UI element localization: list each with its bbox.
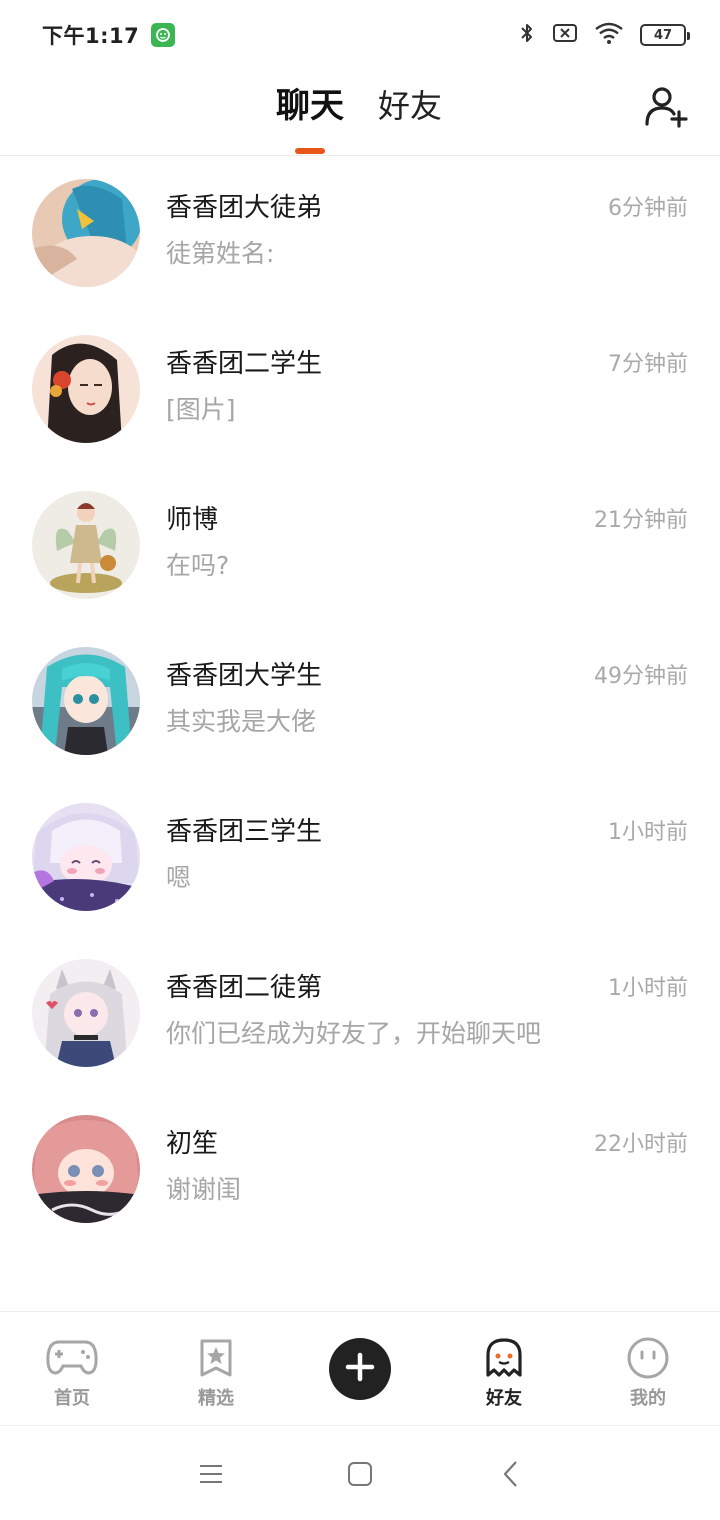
face-icon xyxy=(620,1336,676,1380)
nav-item-home[interactable]: 首页 xyxy=(0,1312,144,1426)
plus-icon xyxy=(345,1352,375,1386)
nav-label: 我的 xyxy=(630,1388,666,1409)
conversation-row[interactable]: 师博 在吗? 21分钟前 xyxy=(0,468,720,624)
conversation-row[interactable]: 香香团二徒第 你们已经成为好友了，开始聊天吧 1小时前 xyxy=(0,936,720,1092)
home-icon[interactable] xyxy=(344,1458,376,1490)
back-icon[interactable] xyxy=(496,1458,528,1490)
conversation-row[interactable]: 香香团三学生 嗯 1小时前 xyxy=(0,780,720,936)
status-icons: 47 xyxy=(518,21,690,49)
contact-name: 香香团大徒弟 xyxy=(166,193,323,223)
nav-label: 好友 xyxy=(484,1384,524,1410)
contact-name: 初笙 xyxy=(166,1129,219,1159)
message-preview: 你们已经成为好友了，开始聊天吧 xyxy=(166,1019,542,1048)
battery-icon: 47 xyxy=(640,24,690,46)
tab-active-indicator xyxy=(295,148,325,154)
create-button[interactable] xyxy=(329,1338,391,1400)
conversation-row[interactable]: 香香团二学生 [图片] 7分钟前 xyxy=(0,312,720,468)
status-bar: 下午1:17 47 xyxy=(0,0,720,70)
avatar xyxy=(32,803,140,911)
contact-name: 香香团二学生 xyxy=(166,349,323,379)
contact-name: 香香团二徒第 xyxy=(166,973,323,1003)
message-time: 49分钟前 xyxy=(594,664,688,689)
message-time: 7分钟前 xyxy=(608,352,688,377)
nav-label: 精选 xyxy=(198,1388,234,1409)
message-preview: 其实我是大佬 xyxy=(166,707,317,736)
message-time: 1小时前 xyxy=(608,820,688,845)
star-bookmark-icon xyxy=(188,1336,244,1380)
message-preview: [图片] xyxy=(166,395,236,424)
gamepad-icon xyxy=(44,1336,100,1380)
add-user-icon[interactable] xyxy=(644,84,690,130)
bluetooth-icon xyxy=(518,21,536,49)
conversation-list: 香香团大徒弟 徒第姓名: 6分钟前 香香团二学生 [图片] 7分钟前 师博 在吗… xyxy=(0,156,720,1248)
contact-name: 师博 xyxy=(166,505,219,535)
wifi-icon xyxy=(594,21,624,49)
conversation-row[interactable]: 香香团大徒弟 徒第姓名: 6分钟前 xyxy=(0,156,720,312)
avatar xyxy=(32,179,140,287)
menu-icon[interactable] xyxy=(195,1458,227,1490)
system-nav-bar xyxy=(0,1425,720,1520)
ghost-icon xyxy=(476,1336,532,1380)
nav-item-friends[interactable]: 好友 xyxy=(432,1312,576,1426)
avatar xyxy=(32,647,140,755)
contact-name: 香香团大学生 xyxy=(166,661,323,691)
avatar xyxy=(32,335,140,443)
top-header: 聊天 好友 xyxy=(0,70,720,156)
sim-off-icon xyxy=(552,22,578,48)
message-time: 22小时前 xyxy=(594,1132,688,1157)
avatar xyxy=(32,1115,140,1223)
message-time: 6分钟前 xyxy=(608,196,688,221)
status-time: 下午1:17 xyxy=(42,24,140,48)
message-preview: 谢谢闺 xyxy=(166,1175,242,1204)
nav-item-featured[interactable]: 精选 xyxy=(144,1312,288,1426)
conversation-row[interactable]: 香香团大学生 其实我是大佬 49分钟前 xyxy=(0,624,720,780)
message-preview: 嗯 xyxy=(166,863,192,892)
avatar xyxy=(32,491,140,599)
bottom-nav: 首页 精选 好友 我的 xyxy=(0,1311,720,1425)
contact-name: 香香团三学生 xyxy=(166,817,323,847)
tab-friends[interactable]: 好友 xyxy=(378,84,442,128)
app-notification-icon xyxy=(151,23,176,47)
nav-label: 首页 xyxy=(54,1388,90,1409)
message-preview: 徒第姓名: xyxy=(166,239,275,268)
message-time: 1小时前 xyxy=(608,976,688,1001)
message-preview: 在吗? xyxy=(166,551,230,580)
nav-item-profile[interactable]: 我的 xyxy=(576,1312,720,1426)
tab-chat[interactable]: 聊天 xyxy=(276,84,344,128)
conversation-row[interactable]: 初笙 谢谢闺 22小时前 xyxy=(0,1092,720,1248)
message-time: 21分钟前 xyxy=(594,508,688,533)
avatar xyxy=(32,959,140,1067)
